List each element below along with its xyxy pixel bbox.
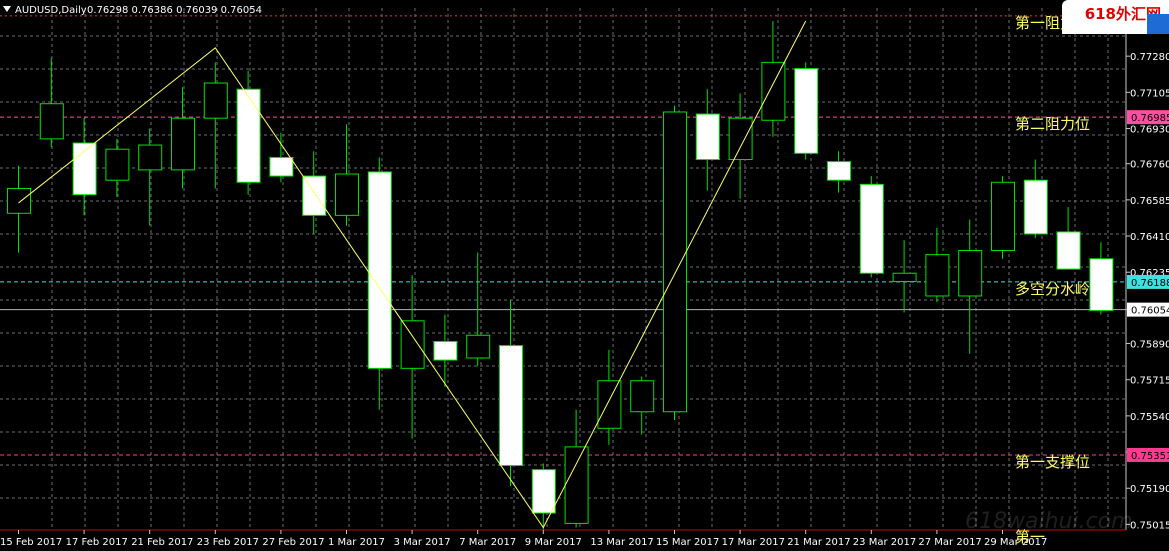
y-tick-label: 0.75190 [1130,484,1169,495]
candle-body [630,380,655,413]
x-tick-label: 7 Mar 2017 [459,537,516,548]
candle-body [925,254,950,297]
candle-body [171,117,195,171]
level-price-text: 0.76188 [1131,278,1169,289]
watermark-url: 618waihui.com [965,509,1133,534]
candle-body [531,469,556,514]
candle-body [203,82,228,119]
y-tick-label: 0.76585 [1130,196,1169,207]
x-tick-label: 3 Mar 2017 [394,537,451,548]
ohlc-readout: 0.76298 0.76386 0.76039 0.76054 [87,5,262,16]
y-tick-label: 0.77105 [1130,88,1169,99]
candle-body [695,113,720,161]
candle-body [1023,179,1048,235]
y-tick-label: 0.75715 [1130,376,1169,387]
candle-body [728,117,753,161]
x-tick-label: 15 Mar 2017 [656,537,719,548]
y-tick-label: 0.75540 [1130,412,1169,423]
candle-body [335,173,359,216]
symbol-title: AUDUSD,Daily [15,5,87,16]
x-tick-label: 21 Feb 2017 [131,537,193,548]
x-tick-label: 9 Mar 2017 [525,537,582,548]
level-label: 多空分水岭 [1015,280,1090,298]
y-tick-label: 0.76410 [1130,232,1169,243]
candle-body [892,272,917,283]
y-tick-label: 0.75890 [1130,340,1169,351]
candle-body [105,148,130,181]
candle-body [597,380,622,429]
candle-body [1089,258,1114,311]
level-price-text: 0.76054 [1131,306,1169,317]
candle-body [827,161,851,181]
candle-body [466,334,491,359]
y-tick-label: 0.76930 [1130,125,1169,136]
level-label: 第二阻力位 [1015,115,1090,133]
x-tick-label: 1 Mar 2017 [328,537,385,548]
candle-body [367,171,392,369]
candle-body [138,144,163,171]
y-tick-label: 0.75015 [1130,520,1169,531]
x-tick-label: 27 Feb 2017 [262,537,324,548]
candle-body [1056,231,1081,270]
y-tick-label: 0.77280 [1130,52,1169,63]
candle-body [958,249,983,297]
candle-body [663,111,687,413]
candle-body [269,156,294,177]
candle-body [236,88,261,183]
candlestick-chart: 第一阻力位第二阻力位多空分水岭第一支撑位第一0.772800.771050.76… [0,0,1169,551]
x-tick-label: 13 Mar 2017 [590,537,653,548]
candle-body [991,181,1015,251]
watermark-badge: 618外汇网 [1062,0,1169,34]
candle-body [499,345,523,466]
candle-body [7,187,31,214]
candle-body [302,175,327,216]
x-tick-label: 21 Mar 2017 [787,537,850,548]
x-tick-label: 27 Mar 2017 [918,537,981,548]
x-tick-label: 29 Mar 2017 [984,537,1047,548]
candle-body [761,61,786,121]
watermark-logo-icon [1147,14,1169,34]
x-tick-label: 15 Feb 2017 [0,537,62,548]
level-price-text: 0.76985 [1131,113,1169,124]
y-tick-label: 0.76760 [1130,160,1169,171]
x-tick-label: 23 Feb 2017 [197,537,259,548]
level-label: 第一支撑位 [1015,453,1090,471]
candle-body [859,183,884,274]
candle-body [564,446,589,524]
candle-body [400,320,425,369]
candle-body [39,103,64,140]
candle-body [794,68,819,154]
x-tick-label: 17 Mar 2017 [722,537,785,548]
candle-body [433,340,458,361]
x-tick-label: 17 Feb 2017 [66,537,128,548]
level-price-text: 0.75351 [1131,451,1169,462]
x-tick-label: 23 Mar 2017 [853,537,916,548]
